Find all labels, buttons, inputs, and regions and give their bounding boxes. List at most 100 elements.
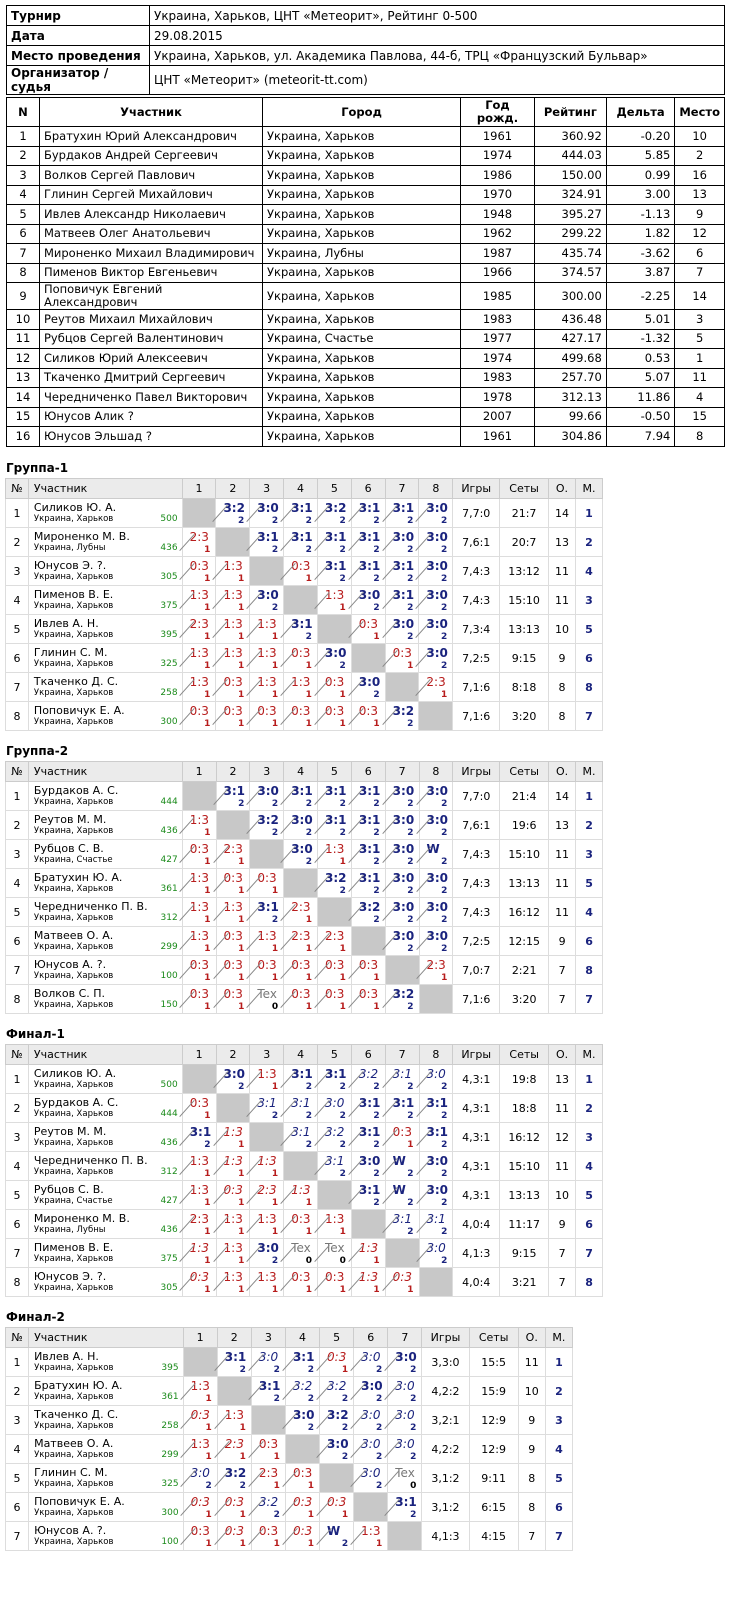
group-header: 1 — [181, 761, 217, 782]
match-cell: 3:1 2 — [348, 498, 386, 528]
group-row: 2 Мироненко М. В. Украина, Лубны 436 2:3 1 3:1… — [5, 527, 604, 557]
group-header: № — [5, 761, 29, 782]
player-cell: Ткаченко Д. С. Украина, Харьков 258 — [28, 1405, 184, 1435]
match-result: 3:1 2 — [348, 811, 385, 839]
player-city: Украина, Харьков — [34, 1392, 114, 1402]
match-result: 3:0 2 — [350, 1406, 387, 1434]
match-cell: 3:0 2 — [350, 1376, 389, 1406]
points-cell: 9 — [548, 926, 577, 956]
match-cell: 0:3 1 — [246, 955, 285, 985]
games-cell: 7,6:1 — [452, 810, 501, 840]
participant-cell: Украина, Харьков — [262, 348, 462, 369]
diagonal-cell — [215, 810, 251, 840]
group-table: № Участник 1 2 3 4 5 6 7 8 Игры Сеты О. М. 1 Бурдаков А… — [5, 761, 603, 1014]
points-cell: 12 — [548, 1122, 577, 1152]
match-points: 2 — [271, 799, 279, 809]
place-cell: 3 — [575, 839, 603, 869]
participant-cell: Матвеев Олег Анатольевич — [38, 223, 264, 244]
group-row: 2 Бурдаков А. С. Украина, Харьков 444 0:3 1 3:… — [5, 1093, 603, 1123]
match-cell: 3:2 2 — [381, 701, 420, 731]
match-result: 1:3 1 — [246, 1152, 283, 1180]
row-number: 6 — [5, 643, 29, 673]
points-cell: 13 — [548, 810, 577, 840]
match-score: 3:1 — [258, 1379, 281, 1393]
match-cell: W2 — [316, 1521, 355, 1551]
match-cell: 0:3 1 — [246, 868, 285, 898]
match-points: 2 — [441, 944, 448, 954]
match-points: 1 — [238, 857, 245, 867]
sets-cell: 12:15 — [499, 926, 550, 956]
match-points: 1 — [204, 915, 211, 925]
player-city: Украина, Харьков — [34, 1421, 114, 1431]
group-header: О. — [548, 761, 577, 782]
match-cell: 3:2 2 — [282, 1376, 321, 1406]
match-cell: 3:0 2 — [384, 1376, 423, 1406]
group-header: Сеты — [468, 1327, 519, 1348]
place-cell: 4 — [544, 1434, 574, 1464]
match-score: 1:3 — [189, 1241, 210, 1255]
match-cell: 3:2 2 — [381, 984, 420, 1014]
group-header: Игры — [452, 478, 501, 499]
row-number: 7 — [5, 672, 29, 702]
diagonal-cell — [387, 1521, 423, 1551]
diagonal-cell — [250, 1405, 286, 1435]
match-cell: 0:3 1 — [316, 1492, 355, 1522]
group-header: № — [4, 1327, 30, 1348]
participant-cell: 1961 — [460, 426, 535, 447]
participant-cell: -1.13 — [605, 204, 676, 225]
match-result: 0:3 1 — [314, 956, 351, 984]
player-cell: Мироненко М. В. Украина, Лубны 436 — [27, 527, 183, 557]
match-score: 3:0 — [361, 1350, 381, 1364]
participant-cell: 11 — [6, 328, 40, 349]
match-result: 3:0 2 — [415, 927, 453, 955]
match-score: 0:3 — [189, 842, 210, 856]
group-header: О. — [548, 1044, 577, 1065]
match-score: 3:1 — [392, 1096, 415, 1110]
match-result: 0:3 1 — [381, 1123, 419, 1151]
participant-row: 12 Силиков Юрий Алексеевич Украина, Харько… — [6, 348, 725, 369]
diagonal-cell — [418, 701, 454, 731]
match-cell: 3:0 2 — [415, 1238, 454, 1268]
match-score: 1:3 — [189, 1154, 210, 1168]
row-number: 4 — [4, 1434, 30, 1464]
participant-cell: Украина, Харьков — [262, 165, 462, 186]
participant-cell: 1970 — [460, 184, 535, 205]
player-name: Силиков Ю. А. — [33, 1067, 117, 1080]
match-points: 1 — [204, 661, 211, 671]
player-name: Поповичук Е. А. — [34, 1495, 125, 1508]
player-cell: Глинин С. М. Украина, Харьков 325 — [28, 1463, 184, 1493]
player-city: Украина, Харьков — [33, 913, 114, 923]
player-city: Украина, Харьков — [33, 688, 114, 698]
match-points: 1 — [204, 1002, 211, 1012]
match-cell: 0:3 1 — [248, 1521, 286, 1551]
match-points: 2 — [341, 1423, 349, 1433]
match-cell: 3:1 2 — [314, 556, 352, 586]
match-score: 0:3 — [291, 704, 311, 718]
match-score: 0:3 — [292, 1524, 313, 1538]
participant-cell: Украина, Харьков — [262, 145, 462, 166]
participant-cell: Юнусов Эльшад ? — [38, 426, 264, 447]
place-cell: 2 — [575, 810, 603, 840]
sets-cell: 4:15 — [468, 1521, 519, 1551]
match-result: 2:3 1 — [178, 528, 216, 556]
group-header: М. — [575, 1044, 603, 1065]
participants-header: Год рожд. — [460, 97, 535, 127]
match-points: 1 — [238, 1002, 245, 1012]
points-cell: 14 — [548, 498, 576, 528]
match-points: 1 — [204, 1169, 211, 1179]
match-points: 1 — [238, 1198, 245, 1208]
match-cell: 3:1 2 — [348, 868, 386, 898]
group-header: 7 — [384, 478, 420, 499]
match-result: 3:0 2 — [350, 1348, 387, 1376]
group-header: Сеты — [499, 478, 550, 499]
match-points: 0 — [410, 1481, 417, 1491]
diagonal-cell — [350, 643, 386, 673]
participant-cell: 16 — [674, 165, 725, 186]
match-points: 2 — [205, 1481, 212, 1491]
match-cell: Tex 0 — [280, 1238, 319, 1268]
participant-cell: Украина, Харьков — [262, 184, 462, 205]
match-points: 2 — [271, 545, 279, 555]
player-cell: Пименов В. Е. Украина, Харьков 375 — [27, 1238, 183, 1268]
participant-cell: Украина, Харьков — [262, 367, 462, 388]
player-rating: 444 — [160, 1109, 178, 1119]
